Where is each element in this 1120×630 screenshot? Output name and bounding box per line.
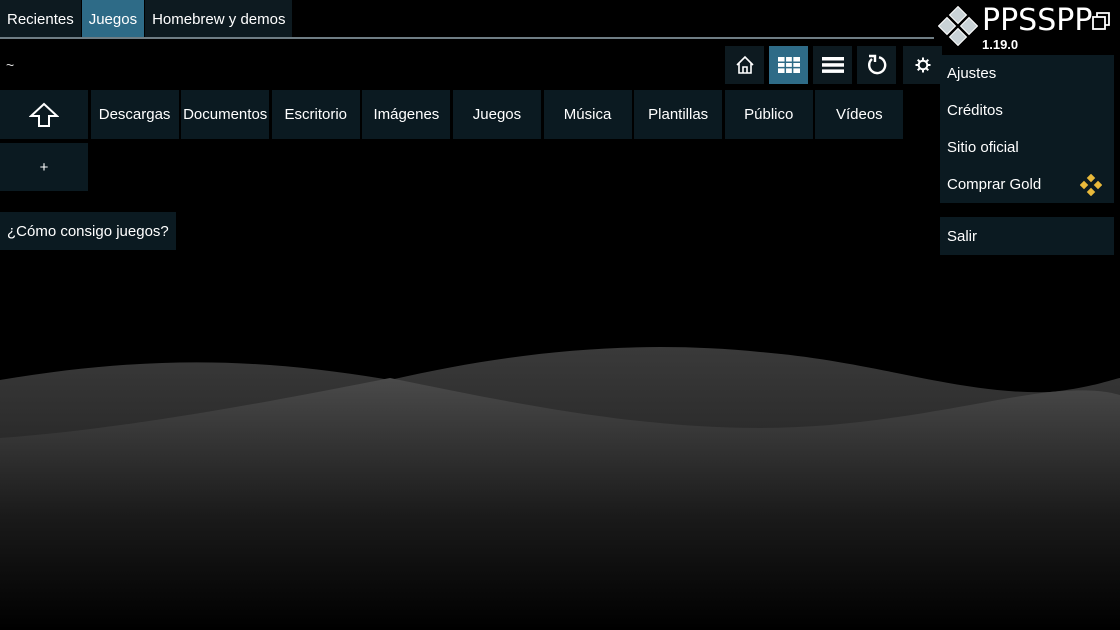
folder-item[interactable]: Público <box>724 90 813 139</box>
tab-bar: Recientes Juegos Homebrew y demos <box>0 0 293 38</box>
grid-view-icon <box>777 57 800 73</box>
menu-item-label: Ajustes <box>947 65 997 82</box>
menu-item-label: Créditos <box>947 102 1003 119</box>
refresh-button[interactable] <box>857 46 896 84</box>
menu-item-salir[interactable]: Salir <box>940 217 1114 255</box>
app-name: PPSSPP <box>982 3 1093 38</box>
menu-item-sitio-oficial[interactable]: Sitio oficial <box>940 129 1114 166</box>
folder-item[interactable]: Música <box>543 90 632 139</box>
folder-label: Documentos <box>183 106 268 123</box>
settings-button[interactable] <box>903 46 942 84</box>
menu-item-label: Sitio oficial <box>947 139 1019 156</box>
folder-label: Escritorio <box>284 106 348 123</box>
app-version: 1.19.0 <box>982 37 1019 52</box>
folder-list: Descargas Documentos Escritorio Imágenes… <box>0 90 906 139</box>
home-icon <box>735 55 754 74</box>
psp-logo-icon <box>938 6 978 46</box>
view-toolbar <box>725 46 947 84</box>
list-view-icon <box>821 57 844 73</box>
folder-item[interactable]: Escritorio <box>271 90 360 139</box>
folder-item[interactable]: Vídeos <box>815 90 904 139</box>
folder-item[interactable]: Plantillas <box>634 90 723 139</box>
main-menu: Ajustes Créditos Sitio oficial Comprar G… <box>940 55 1114 255</box>
how-to-get-games-button[interactable]: ¿Cómo consigo juegos? <box>0 212 176 250</box>
tab-homebrew[interactable]: Homebrew y demos <box>145 0 293 38</box>
home-button[interactable] <box>725 46 764 84</box>
menu-item-comprar-gold[interactable]: Comprar Gold <box>940 166 1114 203</box>
folder-item[interactable]: Imágenes <box>362 90 451 139</box>
add-folder-button[interactable]: + <box>0 143 88 191</box>
tab-recientes[interactable]: Recientes <box>0 0 81 38</box>
folder-label: Vídeos <box>835 106 883 123</box>
folder-label: Público <box>744 106 794 123</box>
folder-item[interactable]: Juegos <box>452 90 541 139</box>
folder-label: Descargas <box>98 106 171 123</box>
window-restore-icon[interactable] <box>1090 10 1112 32</box>
refresh-icon <box>867 54 886 75</box>
tab-juegos[interactable]: Juegos <box>81 0 145 38</box>
folder-label: Juegos <box>472 106 522 123</box>
tab-underline <box>0 37 934 39</box>
folder-label: Plantillas <box>648 106 709 123</box>
folder-label: Imágenes <box>373 106 440 123</box>
up-arrow-icon <box>29 102 59 127</box>
menu-item-creditos[interactable]: Créditos <box>940 92 1114 129</box>
menu-item-label: Comprar Gold <box>947 176 1042 193</box>
folder-item[interactable]: Documentos <box>181 90 270 139</box>
menu-item-label: Salir <box>947 227 978 245</box>
grid-view-button[interactable] <box>769 46 808 84</box>
folder-label: Música <box>563 106 612 123</box>
app-logo: PPSSPP 1.19.0 <box>938 4 1092 52</box>
current-path: ~ <box>6 57 15 73</box>
list-view-button[interactable] <box>813 46 852 84</box>
folder-up-button[interactable] <box>0 90 88 139</box>
folder-item[interactable]: Descargas <box>90 90 179 139</box>
gold-psp-icon <box>1080 174 1102 196</box>
menu-item-ajustes[interactable]: Ajustes <box>940 55 1114 92</box>
settings-gear-icon <box>915 57 930 73</box>
